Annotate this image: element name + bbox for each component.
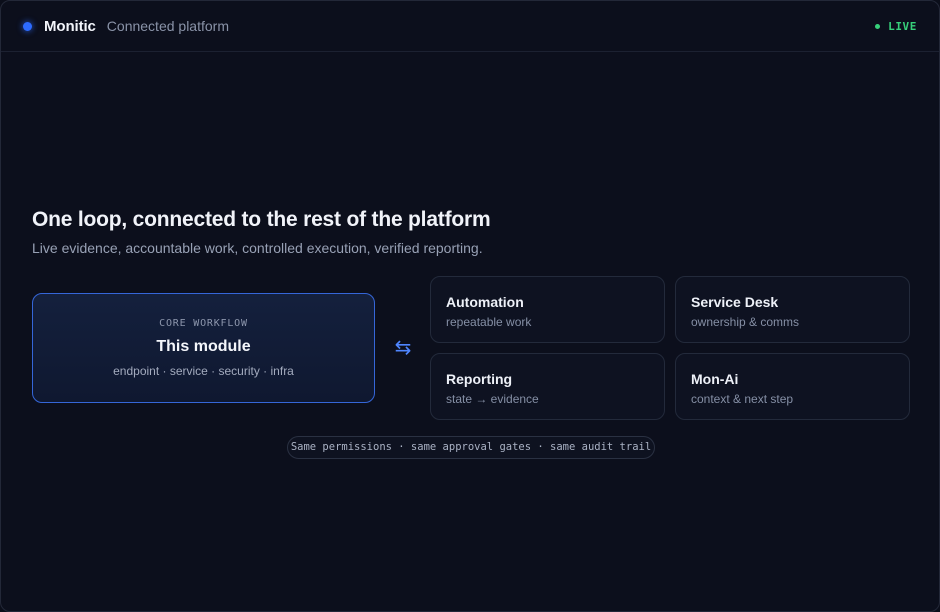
live-status-label: LIVE	[888, 19, 917, 33]
page-subtitle: Connected platform	[106, 18, 229, 34]
page-title: One loop, connected to the rest of the p…	[32, 208, 491, 231]
tile-title: Service Desk	[691, 294, 779, 310]
bidirectional-arrows-icon: ⇆	[394, 337, 412, 359]
app-window: Monitic Connected platform LIVE One loop…	[0, 0, 940, 612]
core-workflow-tags: endpoint · service · security · infra	[113, 364, 294, 378]
tile-description: state → evidence	[446, 392, 539, 406]
tile-mon-ai[interactable]: Mon-Ai context & next step	[675, 353, 910, 420]
brand-dot-icon	[23, 21, 32, 31]
tile-title: Reporting	[446, 371, 513, 387]
tile-description: ownership & comms	[691, 315, 800, 329]
tile-description: repeatable work	[446, 315, 532, 329]
page-description: Live evidence, accountable work, control…	[32, 240, 483, 256]
tile-automation[interactable]: Automation repeatable work	[430, 276, 665, 343]
core-workflow-eyebrow: CORE WORKFLOW	[159, 318, 248, 329]
core-workflow-title: This module	[156, 338, 251, 355]
top-bar: Monitic Connected platform LIVE	[1, 1, 939, 52]
tile-title: Automation	[446, 294, 524, 310]
brand-name[interactable]: Monitic	[44, 18, 96, 35]
shared-controls-note: Same permissions · same approval gates ·…	[287, 436, 655, 459]
core-workflow-card[interactable]: CORE WORKFLOW This module endpoint · ser…	[32, 293, 375, 403]
tile-reporting[interactable]: Reporting state → evidence	[430, 353, 665, 420]
live-dot-icon	[875, 23, 881, 29]
tile-service-desk[interactable]: Service Desk ownership & comms	[675, 276, 910, 343]
tile-description: context & next step	[691, 392, 794, 406]
tile-title: Mon-Ai	[691, 371, 739, 387]
live-status-badge: LIVE	[875, 20, 917, 33]
